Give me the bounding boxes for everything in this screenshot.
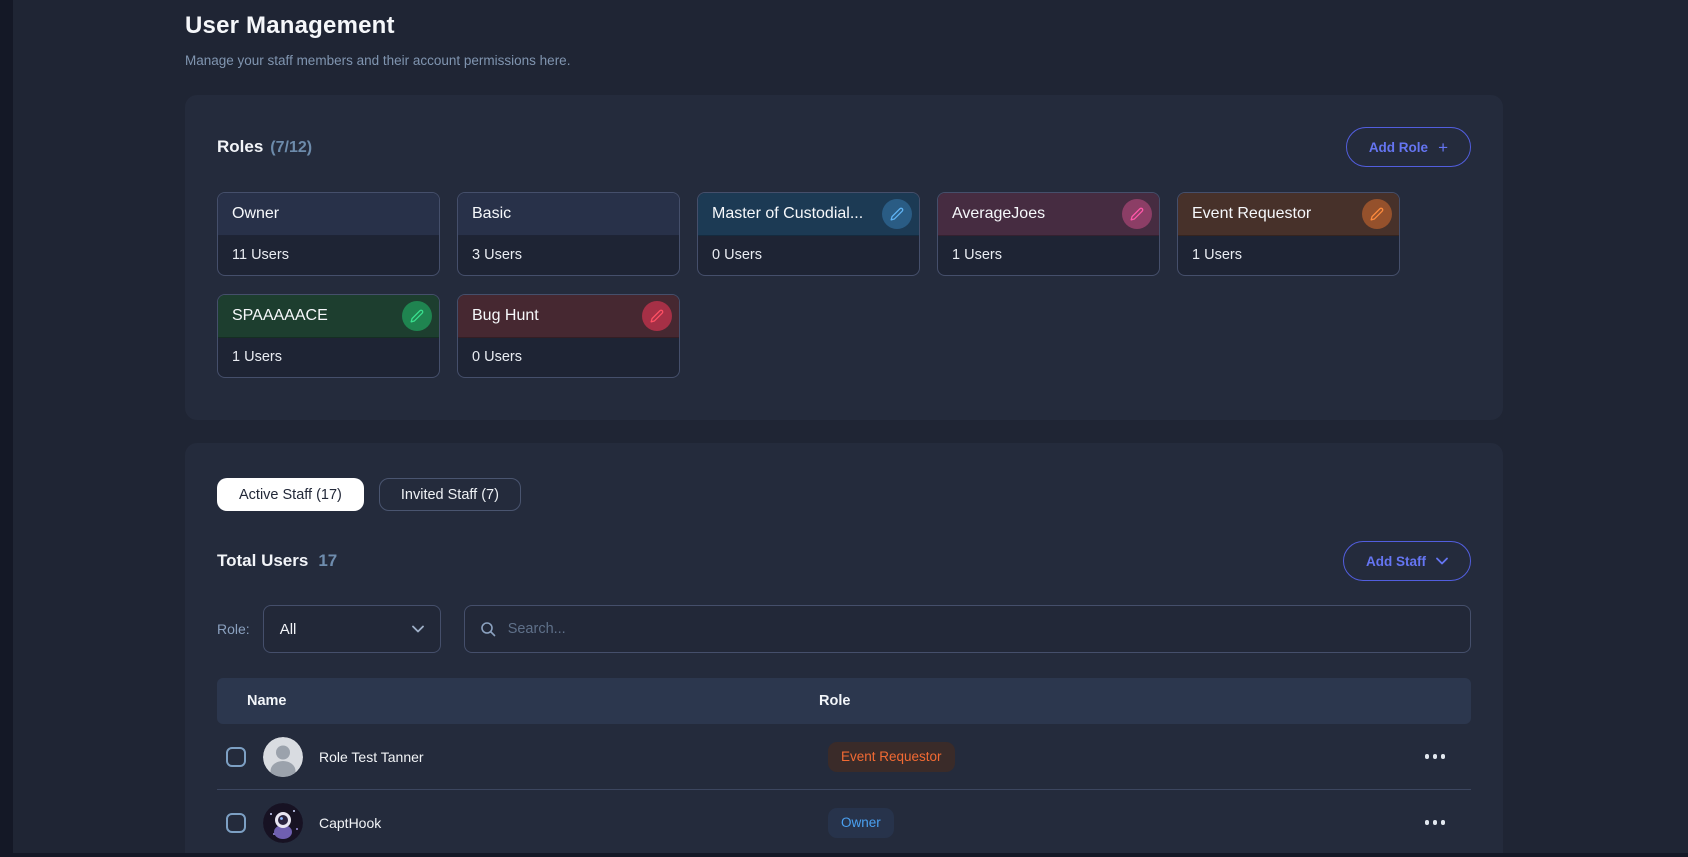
role-filter-select[interactable]: All: [262, 605, 441, 653]
role-card-name: Basic: [472, 205, 512, 222]
tab-active-staff[interactable]: Active Staff (17): [217, 478, 364, 511]
edit-role-button[interactable]: [402, 301, 432, 331]
chevron-down-icon: [1436, 557, 1448, 565]
row-checkbox[interactable]: [226, 746, 246, 767]
roles-heading-label: Roles: [217, 137, 264, 156]
search-icon: [480, 622, 495, 637]
role-card[interactable]: Master of Custodial... 0 Users: [697, 192, 920, 276]
pencil-icon: [890, 207, 904, 221]
staff-panel: Active Staff (17) Invited Staff (7) Tota…: [185, 443, 1503, 853]
staff-table: Name Role Role Test Tanner Event Request…: [217, 678, 1471, 853]
role-card-users: 1 Users: [952, 247, 1002, 263]
role-card-users: 0 Users: [472, 349, 522, 365]
role-card-name: Master of Custodial...: [712, 205, 864, 222]
add-staff-button[interactable]: Add Staff: [1343, 541, 1471, 581]
staff-tabs: Active Staff (17) Invited Staff (7): [217, 478, 1471, 511]
pencil-icon: [410, 309, 424, 323]
total-users-value: 17: [318, 551, 338, 570]
roles-panel: Roles (7/12) Add Role + Owner 11 Users Ba…: [185, 95, 1503, 420]
pencil-icon: [1130, 207, 1144, 221]
total-users: Total Users 17: [217, 551, 337, 571]
column-header-role: Role: [819, 693, 851, 709]
role-cards-grid: Owner 11 Users Basic 3 Users Master of C…: [217, 192, 1471, 378]
pencil-icon: [1370, 207, 1384, 221]
search-input[interactable]: [505, 620, 1455, 638]
role-card-name: Owner: [232, 205, 280, 222]
table-body: Role Test Tanner Event Requestor CaptHoo: [217, 724, 1471, 853]
add-role-label: Add Role: [1368, 139, 1429, 155]
row-actions-menu[interactable]: [1423, 814, 1448, 831]
person-placeholder-avatar: [263, 736, 303, 777]
edit-role-button[interactable]: [1122, 199, 1152, 229]
role-card-header: Owner: [218, 193, 439, 236]
plus-icon: +: [1438, 137, 1448, 157]
edit-role-button[interactable]: [642, 301, 672, 331]
total-users-label: Total Users: [217, 551, 309, 570]
role-filter-value: All: [279, 620, 297, 638]
roles-heading: Roles (7/12): [217, 137, 312, 157]
role-card-users: 0 Users: [712, 247, 762, 263]
tab-invited-staff[interactable]: Invited Staff (7): [378, 478, 521, 511]
role-card[interactable]: Bug Hunt 0 Users: [457, 294, 680, 378]
roles-count: (7/12): [270, 139, 313, 156]
page-subtitle: Manage your staff members and their acco…: [185, 53, 571, 68]
role-card-header: AverageJoes: [938, 193, 1159, 236]
search-box: [463, 605, 1471, 653]
role-card-name: AverageJoes: [952, 205, 1046, 222]
role-card-header: Event Requestor: [1178, 193, 1399, 236]
avatar: [263, 802, 303, 843]
add-staff-label: Add Staff: [1366, 553, 1426, 569]
role-card[interactable]: Event Requestor 1 Users: [1177, 192, 1400, 276]
page-content: User Management Manage your staff member…: [13, 0, 1688, 853]
avatar: [263, 736, 303, 777]
role-card-users: 1 Users: [232, 349, 282, 365]
pencil-icon: [650, 309, 664, 323]
role-card-header: Bug Hunt: [458, 295, 679, 338]
role-card[interactable]: SPAAAAACE 1 Users: [217, 294, 440, 378]
role-card-header: Master of Custodial...: [698, 193, 919, 236]
role-badge: Owner: [828, 807, 894, 838]
role-card-name: SPAAAAACE: [232, 307, 328, 324]
staff-name: Role Test Tanner: [319, 748, 424, 765]
astronaut-avatar: [263, 802, 303, 843]
staff-name: CaptHook: [319, 814, 382, 831]
role-card-name: Event Requestor: [1192, 205, 1312, 222]
role-card-users: 11 Users: [232, 247, 289, 263]
role-badge: Event Requestor: [828, 741, 955, 772]
table-row: Role Test Tanner Event Requestor: [217, 724, 1471, 790]
row-checkbox[interactable]: [226, 812, 246, 833]
table-header: Name Role: [217, 678, 1471, 724]
role-card-users: 3 Users: [472, 247, 522, 263]
edit-role-button[interactable]: [882, 199, 912, 229]
table-row: CaptHook Owner: [217, 790, 1471, 853]
role-card-name: Bug Hunt: [472, 307, 539, 324]
role-card[interactable]: AverageJoes 1 Users: [937, 192, 1160, 276]
role-filter-label: Role:: [217, 621, 250, 637]
role-card-users: 1 Users: [1192, 247, 1242, 263]
role-card-header: Basic: [458, 193, 679, 236]
chevron-down-icon: [411, 625, 424, 633]
role-card[interactable]: Basic 3 Users: [457, 192, 680, 276]
role-card-header: SPAAAAACE: [218, 295, 439, 338]
role-card[interactable]: Owner 11 Users: [217, 192, 440, 276]
page-title: User Management: [185, 12, 395, 39]
column-header-name: Name: [247, 693, 287, 709]
edit-role-button[interactable]: [1362, 199, 1392, 229]
add-role-button[interactable]: Add Role +: [1345, 127, 1471, 167]
row-actions-menu[interactable]: [1423, 748, 1448, 765]
